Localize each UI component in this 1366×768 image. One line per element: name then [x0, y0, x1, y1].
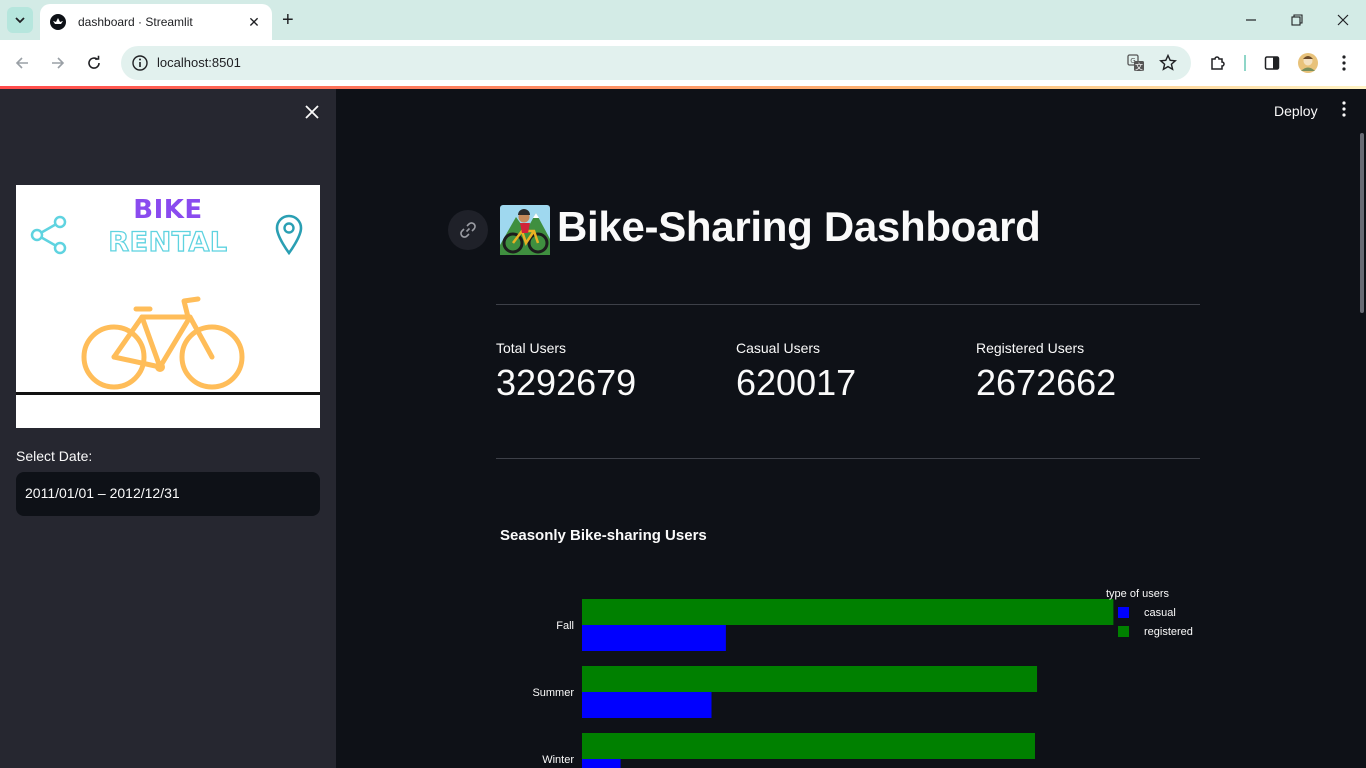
legend-swatch-casual — [1118, 607, 1129, 618]
bar-casual — [582, 759, 621, 768]
chevron-down-icon — [15, 17, 25, 24]
minimize-icon — [1246, 19, 1256, 21]
bar-casual — [582, 692, 712, 718]
avatar-icon — [1298, 53, 1318, 73]
metric-value: 2672662 — [976, 362, 1117, 403]
reload-icon — [88, 55, 100, 69]
side-panel-button[interactable] — [1260, 51, 1284, 75]
bicycle-icon — [81, 296, 245, 390]
metric-label: Total Users — [496, 340, 567, 356]
browser-toolbar: localhost:8501 文G — [0, 40, 1366, 86]
sidebar-close-button[interactable] — [302, 103, 322, 123]
bookmark-star-icon[interactable] — [1159, 54, 1177, 72]
main-content: Deploy Bike-Sharing Dashboard Total User… — [336, 89, 1366, 768]
metric-label: Casual Users — [736, 340, 821, 356]
svg-text:文: 文 — [1135, 62, 1143, 72]
seasonly-users-bar-chart: Fall Summer Winter type of users casual regis… — [532, 588, 1193, 768]
metric-registered-users: Registered Users 2672662 — [976, 340, 1206, 404]
divider-bottom — [496, 458, 1200, 459]
close-icon — [305, 105, 319, 119]
metric-casual-users: Casual Users 620017 — [736, 340, 966, 404]
side-panel-icon — [1264, 56, 1280, 70]
divider-top — [496, 304, 1200, 305]
header-anchor-link[interactable] — [448, 210, 488, 250]
page-title: Bike-Sharing Dashboard — [557, 203, 1041, 250]
puzzle-icon — [1211, 56, 1225, 70]
logo-ground-line — [16, 392, 320, 395]
browser-tab-bar: dashboard · Streamlit ✕ + — [0, 0, 1366, 40]
profile-avatar[interactable] — [1296, 51, 1320, 75]
y-tick-label: Winter — [542, 754, 574, 766]
arrow-right-icon — [52, 57, 65, 69]
extensions-button[interactable] — [1206, 51, 1230, 75]
address-bar[interactable]: localhost:8501 文G — [121, 46, 1191, 80]
main-scrollbar[interactable] — [1360, 133, 1364, 313]
restore-icon — [1291, 14, 1303, 26]
mountain-bicyclist-emoji-icon — [500, 205, 550, 255]
reload-button[interactable] — [82, 51, 106, 75]
legend-label-registered: registered — [1144, 626, 1193, 638]
sidebar: BIKE RENTAL Select Date: 2011/01/01 – 20… — [0, 89, 336, 768]
app-menu-button[interactable] — [1336, 101, 1352, 121]
forward-button[interactable] — [46, 51, 70, 75]
y-tick-label: Fall — [556, 620, 574, 632]
tab-search-button[interactable] — [7, 7, 33, 33]
legend-label-casual: casual — [1144, 607, 1176, 619]
streamlit-favicon-icon — [50, 14, 66, 30]
minimize-window-button[interactable] — [1241, 10, 1261, 30]
metric-value: 620017 — [736, 362, 857, 403]
chart-title: Seasonly Bike-sharing Users — [500, 527, 707, 544]
restore-window-button[interactable] — [1287, 10, 1307, 30]
link-icon — [460, 222, 476, 238]
y-tick-label: Summer — [532, 687, 574, 699]
site-info-icon[interactable] — [131, 54, 149, 72]
deploy-button[interactable]: Deploy — [1274, 103, 1318, 119]
date-range-input[interactable]: 2011/01/01 – 2012/12/31 — [16, 472, 320, 516]
toolbar-separator — [1244, 55, 1246, 71]
translate-icon[interactable]: 文G — [1127, 54, 1145, 72]
bar-casual — [582, 625, 726, 651]
legend-title: type of users — [1106, 588, 1169, 600]
metric-label: Registered Users — [976, 340, 1085, 356]
browser-menu-button[interactable] — [1332, 51, 1356, 75]
tab-close-icon[interactable]: ✕ — [246, 14, 262, 31]
back-button[interactable] — [10, 51, 34, 75]
url-text: localhost:8501 — [157, 55, 241, 70]
tab-title: dashboard · Streamlit — [78, 15, 193, 29]
metric-value: 3292679 — [496, 362, 637, 403]
close-icon — [1337, 14, 1349, 26]
location-pin-icon — [275, 214, 303, 255]
bar-registered — [582, 666, 1038, 692]
close-window-button[interactable] — [1333, 10, 1353, 30]
new-tab-button[interactable]: + — [282, 10, 294, 30]
select-date-label: Select Date: — [16, 448, 93, 464]
arrow-left-icon — [15, 57, 28, 69]
kebab-menu-icon — [1342, 101, 1346, 117]
kebab-menu-icon — [1342, 55, 1346, 71]
legend-swatch-registered — [1118, 626, 1129, 637]
browser-tab[interactable]: dashboard · Streamlit ✕ — [40, 4, 272, 40]
metric-total-users: Total Users 3292679 — [496, 340, 726, 404]
bike-rental-logo-image: BIKE RENTAL — [16, 185, 320, 428]
svg-text:G: G — [1130, 57, 1135, 65]
bar-registered — [582, 733, 1035, 759]
bar-registered — [582, 599, 1114, 625]
